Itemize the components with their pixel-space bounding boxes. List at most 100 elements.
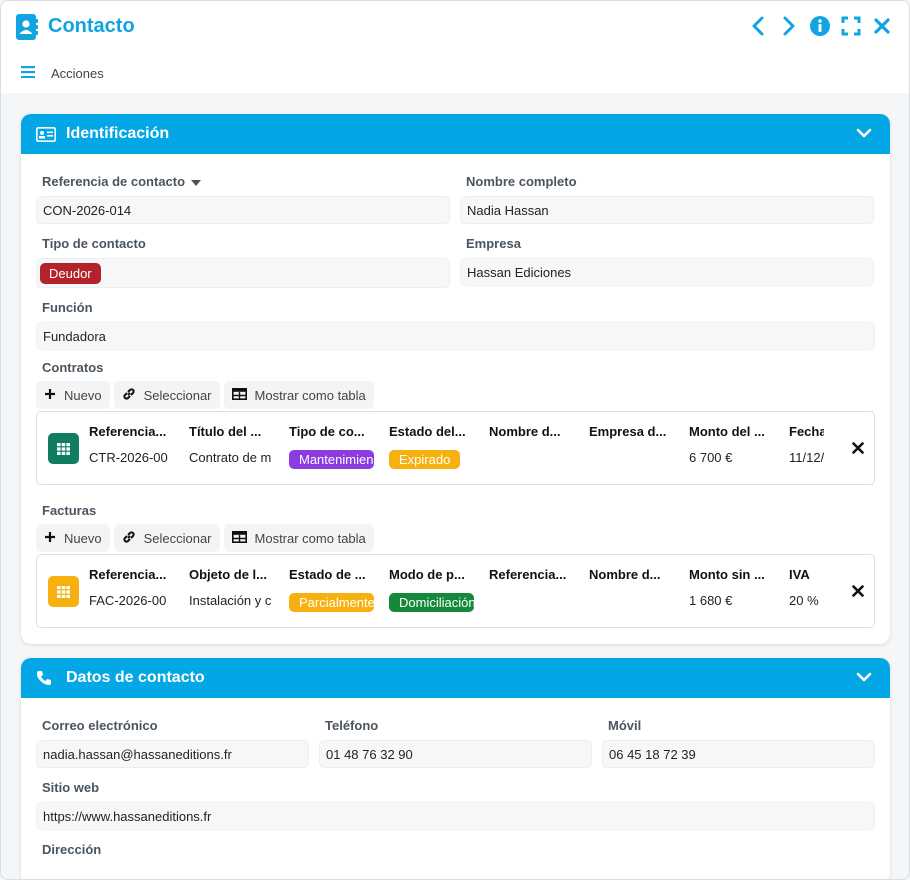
invoice-vat: 20 % bbox=[789, 593, 819, 608]
contracts-list: Referencia... CTR-2026-00 Título del ... C… bbox=[36, 411, 875, 485]
phone-input[interactable]: 01 48 76 32 90 bbox=[319, 740, 592, 768]
contract-status-tag: Expirado bbox=[389, 450, 461, 469]
remove-invoice-icon[interactable] bbox=[852, 584, 864, 602]
identification-section: Identificación Referencia de contacto CO… bbox=[21, 114, 890, 644]
new-label: Nuevo bbox=[64, 387, 102, 403]
contract-type-tag: Mantenimien bbox=[289, 450, 374, 469]
select-label: Seleccionar bbox=[143, 530, 212, 546]
contracts-select-button[interactable]: Seleccionar bbox=[113, 381, 220, 409]
mobile-field: Móvil 06 45 18 72 39 bbox=[602, 716, 875, 768]
company-input[interactable]: Hassan Ediciones bbox=[460, 258, 874, 286]
website-label: Sitio web bbox=[42, 779, 100, 795]
invoice-status-tag: Parcialmente bbox=[289, 593, 374, 612]
website-field: Sitio web https://www.hassaneditions.fr bbox=[36, 778, 875, 830]
column-header: Referencia... bbox=[89, 567, 167, 582]
remove-contract-icon[interactable] bbox=[852, 441, 864, 459]
column-header: Monto del ... bbox=[689, 424, 765, 439]
section-title: Identificación bbox=[66, 125, 170, 142]
actions-label: Acciones bbox=[51, 66, 104, 81]
select-label: Seleccionar bbox=[143, 387, 212, 403]
form-content: Identificación Referencia de contacto CO… bbox=[21, 114, 890, 879]
column-header: Título del ... bbox=[189, 424, 262, 439]
plus-icon bbox=[44, 388, 56, 403]
info-icon[interactable] bbox=[809, 14, 831, 38]
contract-grid-icon bbox=[48, 433, 79, 464]
column-header: Nombre d... bbox=[489, 424, 561, 439]
table-label: Mostrar como tabla bbox=[254, 530, 366, 546]
table-icon bbox=[231, 530, 247, 546]
expand-icon[interactable] bbox=[840, 14, 862, 38]
chevron-left-icon[interactable] bbox=[747, 14, 769, 38]
window-controls bbox=[747, 14, 893, 38]
invoice-reference bbox=[489, 593, 580, 613]
contracts-table-button[interactable]: Mostrar como tabla bbox=[223, 381, 374, 409]
invoices-table-button[interactable]: Mostrar como tabla bbox=[223, 524, 374, 552]
column-header: Tipo de co... bbox=[289, 424, 365, 439]
payment-mode-tag: Domiciliación bbox=[389, 593, 474, 612]
fullname-input[interactable]: Nadia Hassan bbox=[460, 196, 874, 224]
window-title: Contacto bbox=[48, 15, 135, 37]
table-row[interactable]: Referencia... FAC-2026-00 Objeto de l... I… bbox=[89, 567, 836, 613]
close-icon[interactable] bbox=[871, 14, 893, 38]
table-icon bbox=[231, 387, 247, 403]
address-field: Dirección bbox=[36, 840, 875, 858]
mobile-input[interactable]: 06 45 18 72 39 bbox=[602, 740, 875, 768]
invoice-amount: 1 680 € bbox=[689, 593, 733, 608]
column-header: Nombre d... bbox=[589, 567, 661, 582]
website-input[interactable]: https://www.hassaneditions.fr bbox=[36, 802, 875, 830]
contact-data-body: Correo electrónico nadia.hassan@hassaned… bbox=[21, 698, 890, 879]
column-header: Modo de p... bbox=[389, 567, 465, 582]
reference-field: Referencia de contacto CON-2026-014 bbox=[36, 172, 450, 224]
table-row[interactable]: Referencia... CTR-2026-00 Título del ... C… bbox=[89, 424, 836, 470]
function-label: Función bbox=[42, 299, 93, 315]
contracts-label: Contratos bbox=[42, 360, 104, 375]
function-field: Función Fundadora bbox=[36, 298, 875, 350]
address-label: Dirección bbox=[42, 841, 102, 857]
contact-data-section: Datos de contacto Correo electrónico nad… bbox=[21, 658, 890, 879]
contracts-new-button[interactable]: Nuevo bbox=[36, 381, 110, 409]
chevron-right-icon[interactable] bbox=[778, 14, 800, 38]
contract-company bbox=[589, 450, 680, 470]
invoices-select-button[interactable]: Seleccionar bbox=[113, 524, 220, 552]
invoice-ref: FAC-2026-00 bbox=[89, 593, 167, 608]
invoice-grid-icon bbox=[48, 576, 79, 607]
reference-input[interactable]: CON-2026-014 bbox=[36, 196, 450, 224]
identification-header[interactable]: Identificación bbox=[21, 114, 890, 154]
id-card-icon bbox=[36, 126, 56, 142]
plus-icon bbox=[44, 531, 56, 546]
email-label: Correo electrónico bbox=[42, 717, 158, 733]
invoices-new-button[interactable]: Nuevo bbox=[36, 524, 110, 552]
contact-window: Contacto Acciones Identificación Referen… bbox=[0, 0, 910, 880]
contact-book-icon bbox=[16, 14, 38, 40]
contract-ref: CTR-2026-00 bbox=[89, 450, 168, 465]
phone-icon bbox=[36, 670, 56, 686]
invoices-list: Referencia... FAC-2026-00 Objeto de l... I… bbox=[36, 554, 875, 628]
column-header: Empresa d... bbox=[589, 424, 667, 439]
link-icon bbox=[122, 387, 136, 404]
table-label: Mostrar como tabla bbox=[254, 387, 366, 403]
invoice-object: Instalación y c bbox=[189, 593, 272, 608]
invoice-name bbox=[589, 593, 680, 613]
link-icon bbox=[122, 530, 136, 547]
invoices-label: Facturas bbox=[42, 503, 97, 518]
column-header: Referencia... bbox=[489, 567, 567, 582]
contact-data-header[interactable]: Datos de contacto bbox=[21, 658, 890, 698]
function-input[interactable]: Fundadora bbox=[36, 322, 875, 350]
column-header: Referencia... bbox=[89, 424, 167, 439]
hamburger-icon bbox=[21, 66, 35, 81]
contact-type-input[interactable]: Deudor bbox=[36, 258, 450, 288]
invoices-toolbar: Nuevo Seleccionar Mostrar como tabla bbox=[36, 524, 875, 552]
chevron-down-icon[interactable] bbox=[856, 670, 872, 688]
column-header: Fecha c bbox=[789, 424, 824, 439]
contract-name bbox=[489, 450, 580, 470]
contact-type-field: Tipo de contacto Deudor bbox=[36, 234, 450, 288]
chevron-down-icon[interactable] bbox=[856, 126, 872, 144]
column-header: Estado de ... bbox=[289, 567, 366, 582]
section-title: Datos de contacto bbox=[66, 669, 205, 686]
caret-down-icon[interactable] bbox=[191, 174, 202, 189]
column-header: IVA bbox=[789, 567, 810, 582]
email-field: Correo electrónico nadia.hassan@hassaned… bbox=[36, 716, 309, 768]
column-header: Estado del... bbox=[389, 424, 466, 439]
email-input[interactable]: nadia.hassan@hassaneditions.fr bbox=[36, 740, 309, 768]
actions-menu[interactable]: Acciones bbox=[21, 66, 104, 81]
